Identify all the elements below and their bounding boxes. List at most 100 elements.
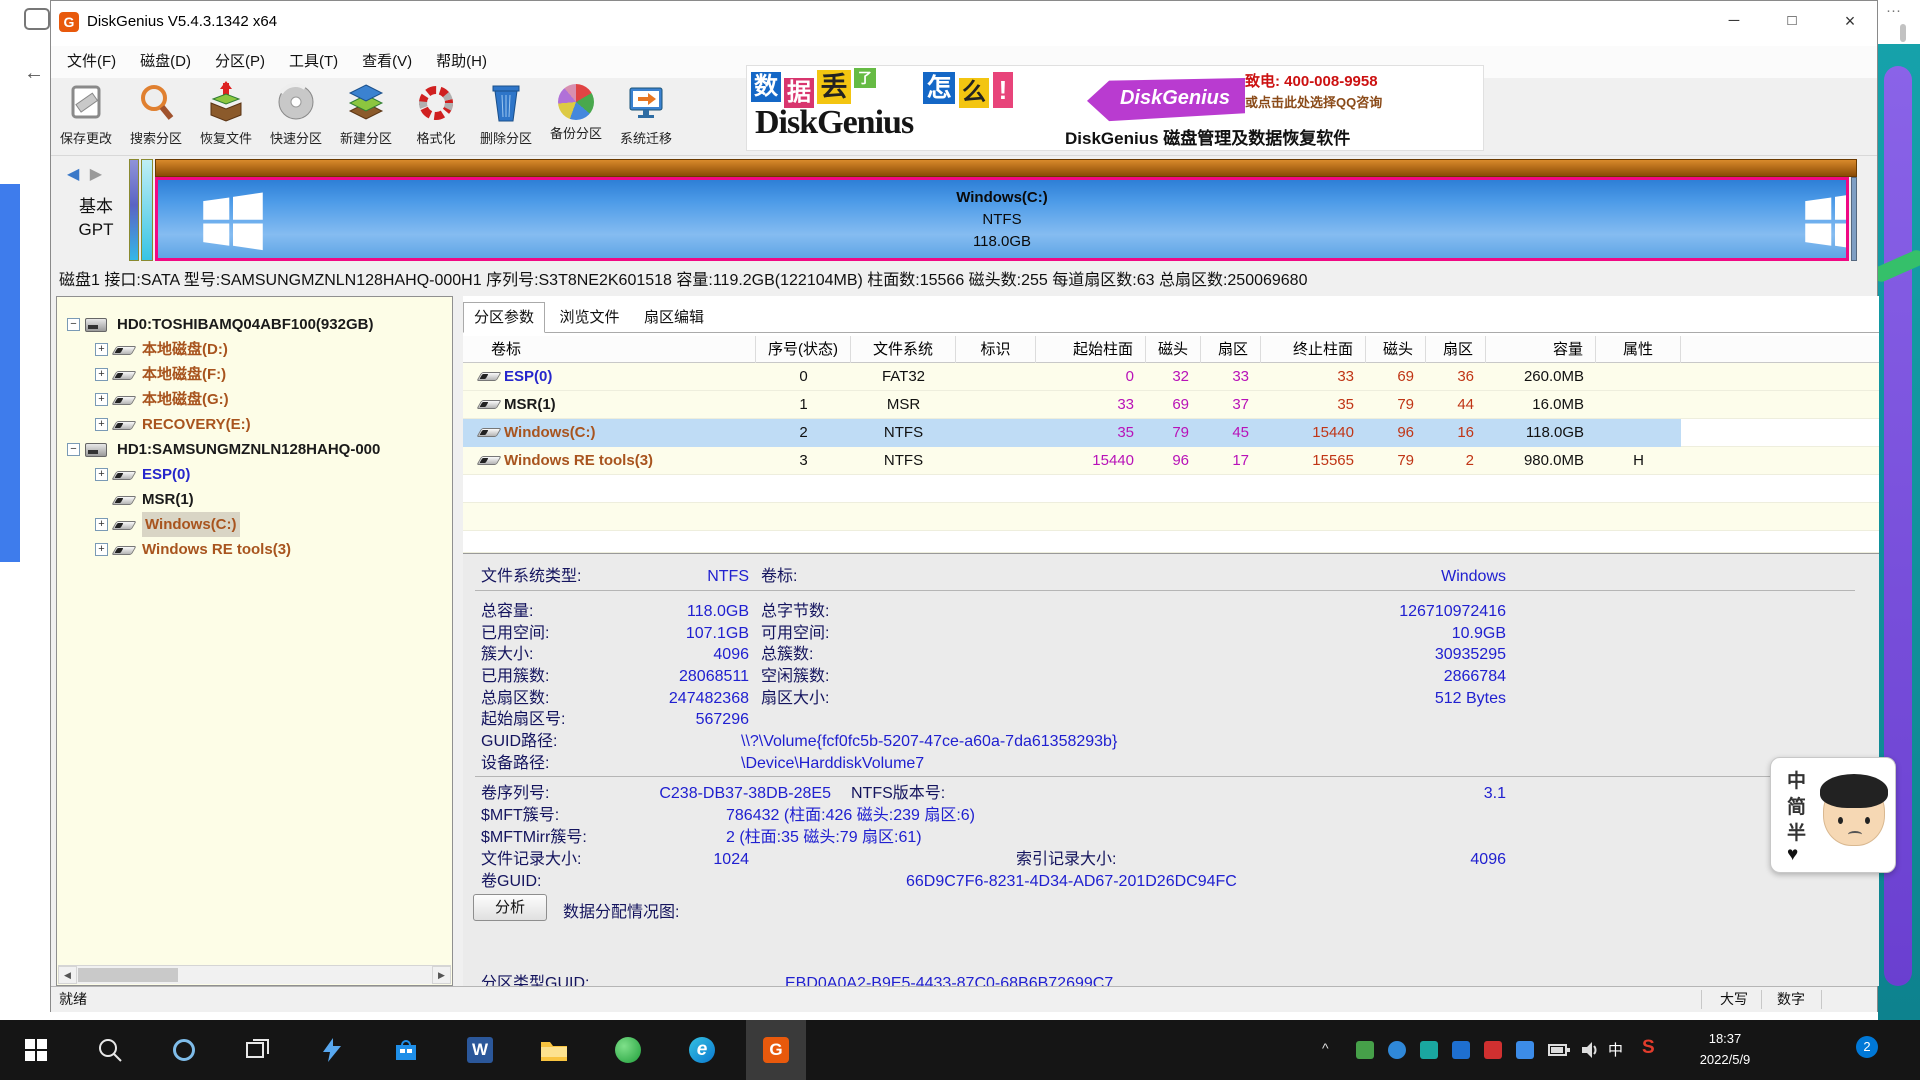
edge-icon[interactable]: e: [672, 1020, 732, 1080]
expand-icon[interactable]: +: [95, 368, 108, 381]
menu-file[interactable]: 文件(F): [55, 47, 128, 77]
table-row-esp[interactable]: ESP(0) 0 FAT32 0 32 33 33 69 36 260.0MB: [463, 363, 1879, 391]
tree-item-esp[interactable]: + ESP(0): [57, 462, 452, 487]
prev-disk-arrow-icon[interactable]: ◀: [67, 166, 79, 183]
tray-tim-icon[interactable]: [1516, 1041, 1534, 1059]
tab-partition-params[interactable]: 分区参数: [463, 302, 545, 333]
collapse-icon[interactable]: −: [67, 318, 80, 331]
search-partition-button[interactable]: 搜索分区: [121, 78, 191, 154]
col-end-sector[interactable]: 扇区: [1426, 336, 1486, 363]
expand-icon[interactable]: +: [95, 518, 108, 531]
maximize-button[interactable]: □: [1763, 1, 1821, 41]
hidden-icons-chevron[interactable]: ^: [1322, 1040, 1329, 1056]
menu-tools[interactable]: 工具(T): [277, 47, 350, 77]
col-filesystem[interactable]: 文件系统: [851, 336, 956, 363]
ime-indicator[interactable]: 中: [1608, 1039, 1623, 1060]
tab-sector-edit[interactable]: 扇区编辑: [634, 303, 714, 334]
clock[interactable]: 18:37 2022/5/9: [1680, 1028, 1770, 1070]
col-end-head[interactable]: 磁头: [1366, 336, 1426, 363]
tree-item-local-f[interactable]: + 本地磁盘(F:): [57, 362, 452, 387]
table-row-windows-c-selected[interactable]: Windows(C:) 2 NTFS 35 79 45 15440 96 16 …: [463, 419, 1879, 447]
expand-icon[interactable]: +: [95, 393, 108, 406]
close-button[interactable]: ×: [1821, 1, 1879, 41]
tab-browse-files[interactable]: 浏览文件: [549, 303, 629, 334]
tree-horizontal-scrollbar[interactable]: ◀ ▶: [58, 965, 451, 984]
col-start-sector[interactable]: 扇区: [1201, 336, 1261, 363]
re-tools-partition-block[interactable]: [1851, 177, 1857, 261]
col-capacity[interactable]: 容量: [1486, 336, 1596, 363]
table-row-windows-re[interactable]: Windows RE tools(3) 3 NTFS 15440 96 17 1…: [463, 447, 1879, 475]
recover-files-icon: [205, 81, 247, 125]
task-view-icon[interactable]: [228, 1020, 288, 1080]
esp-partition-block[interactable]: [129, 159, 139, 261]
tray-app-icon-1[interactable]: [1356, 1041, 1374, 1059]
scroll-left-icon[interactable]: ◀: [58, 966, 77, 984]
col-start-cyl[interactable]: 起始柱面: [1036, 336, 1146, 363]
msr-partition-block[interactable]: [141, 159, 153, 261]
tree-item-recovery[interactable]: + RECOVERY(E:): [57, 412, 452, 437]
save-changes-button[interactable]: 保存更改: [51, 78, 121, 154]
tree-item-msr[interactable]: MSR(1): [57, 487, 452, 512]
scroll-right-icon[interactable]: ▶: [432, 966, 451, 984]
sogou-icon[interactable]: S: [1642, 1037, 1655, 1059]
col-attributes[interactable]: 属性: [1596, 336, 1681, 363]
minimize-button[interactable]: ─: [1705, 1, 1763, 41]
menu-view[interactable]: 查看(V): [350, 47, 424, 77]
battery-icon[interactable]: [1548, 1043, 1570, 1062]
tray-app-icon-3[interactable]: [1420, 1041, 1438, 1059]
panel-splitter[interactable]: [453, 296, 463, 986]
delete-partition-button[interactable]: 删除分区: [471, 78, 541, 154]
thunder-app-icon[interactable]: [302, 1020, 362, 1080]
col-volume-label[interactable]: 卷标: [463, 336, 756, 363]
col-index-status[interactable]: 序号(状态): [756, 336, 851, 363]
tree-item-local-d[interactable]: + 本地磁盘(D:): [57, 337, 452, 362]
col-flag[interactable]: 标识: [956, 336, 1036, 363]
tree-item-hd1[interactable]: − HD1:SAMSUNGMZNLN128HAHQ-000: [57, 437, 452, 462]
collapse-icon[interactable]: −: [67, 443, 80, 456]
backup-partition-button[interactable]: 备份分区: [541, 78, 611, 154]
taskbar-search-icon[interactable]: [80, 1020, 140, 1080]
expand-icon[interactable]: +: [95, 418, 108, 431]
expand-icon[interactable]: +: [95, 543, 108, 556]
tree-item-windows-re[interactable]: + Windows RE tools(3): [57, 537, 452, 562]
tree-item-local-g[interactable]: + 本地磁盘(G:): [57, 387, 452, 412]
quick-partition-button[interactable]: 快速分区: [261, 78, 331, 154]
tree-item-hd0[interactable]: − HD0:TOSHIBAMQ04ABF100(932GB): [57, 312, 452, 337]
scrollbar-thumb[interactable]: [78, 968, 178, 982]
notification-badge[interactable]: 2: [1856, 1036, 1878, 1058]
new-partition-button[interactable]: 新建分区: [331, 78, 401, 154]
menu-disk[interactable]: 磁盘(D): [128, 47, 203, 77]
browser-360-icon[interactable]: [598, 1020, 658, 1080]
tray-qq-icon[interactable]: [1452, 1041, 1470, 1059]
banner-qq-link[interactable]: 或点击此处选择QQ咨询: [1245, 92, 1382, 111]
tray-app-icon-4[interactable]: [1484, 1041, 1502, 1059]
back-arrow-icon[interactable]: ←: [24, 62, 44, 85]
windows-c-partition-block[interactable]: Windows(C:) NTFS 118.0GB: [155, 177, 1849, 261]
input-method-floating-widget[interactable]: 中 简 半 ♥: [1770, 757, 1896, 873]
expand-icon[interactable]: +: [95, 468, 108, 481]
col-start-head[interactable]: 磁头: [1146, 336, 1201, 363]
analyze-button[interactable]: 分析: [473, 894, 547, 921]
ad-banner[interactable]: 数 据 丢 了 怎 么 ! DiskGenius DiskGenius 致电: …: [746, 65, 1484, 151]
next-disk-arrow-icon[interactable]: ▶: [90, 166, 102, 183]
tree-item-windows-c[interactable]: + Windows(C:): [57, 512, 452, 537]
expand-icon[interactable]: +: [95, 343, 108, 356]
menu-help[interactable]: 帮助(H): [424, 47, 499, 77]
file-explorer-icon[interactable]: [524, 1020, 584, 1080]
format-button[interactable]: 格式化: [401, 78, 471, 154]
store-icon[interactable]: [376, 1020, 436, 1080]
system-migration-button[interactable]: 系统迁移: [611, 78, 681, 154]
taskbar-diskgenius-active[interactable]: G: [746, 1020, 806, 1080]
start-button[interactable]: [6, 1020, 66, 1080]
more-icon[interactable]: ···: [1886, 2, 1901, 19]
cortana-icon[interactable]: [154, 1020, 214, 1080]
toolbar-label: 格式化: [401, 128, 471, 147]
menu-partition[interactable]: 分区(P): [203, 47, 277, 77]
recover-files-button[interactable]: 恢复文件: [191, 78, 261, 154]
table-row-msr[interactable]: MSR(1) 1 MSR 33 69 37 35 79 44 16.0MB: [463, 391, 1879, 419]
word-icon[interactable]: W: [450, 1020, 510, 1080]
volume-icon[interactable]: [1580, 1041, 1600, 1064]
tray-app-icon-2[interactable]: [1388, 1041, 1406, 1059]
background-scrollbar[interactable]: [1900, 24, 1906, 42]
col-end-cyl[interactable]: 终止柱面: [1261, 336, 1366, 363]
